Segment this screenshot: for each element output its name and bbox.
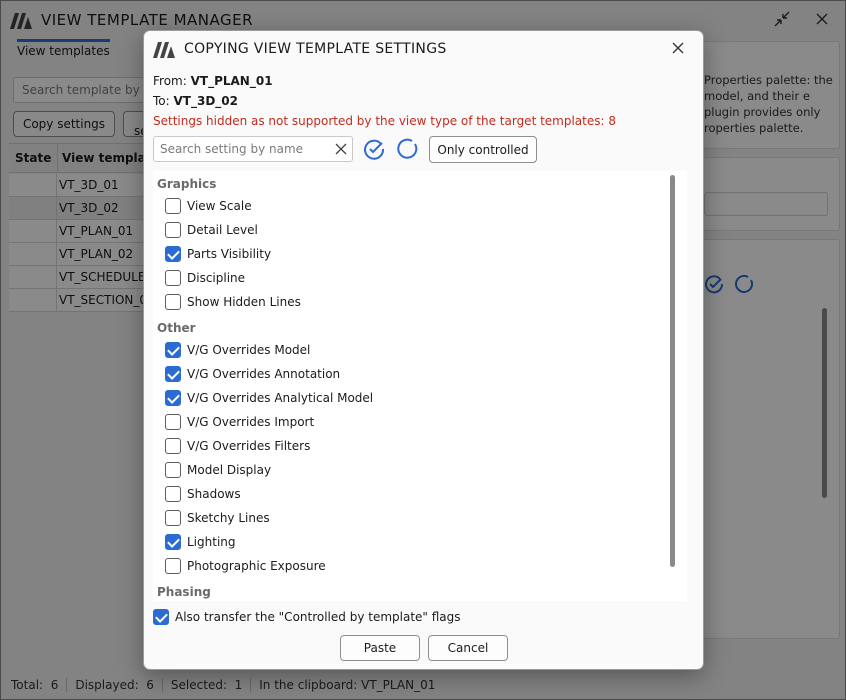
setting-label: Shadows	[187, 487, 241, 501]
setting-label: Lighting	[187, 535, 236, 549]
setting-item[interactable]: Detail Level	[165, 221, 258, 239]
setting-label: Detail Level	[187, 223, 258, 237]
settings-list: Graphics View Scale Detail Level Parts Vis…	[153, 171, 687, 601]
setting-label: Parts Visibility	[187, 247, 272, 261]
setting-label: V/G Overrides Analytical Model	[187, 391, 374, 405]
setting-checkbox[interactable]	[165, 198, 181, 214]
setting-label: Sketchy Lines	[187, 511, 270, 525]
to-value: VT_3D_02	[173, 94, 238, 108]
setting-item[interactable]: Photographic Exposure	[165, 557, 326, 575]
transfer-flags-option[interactable]: Also transfer the "Controlled by templat…	[153, 609, 461, 625]
setting-item[interactable]: V/G Overrides Analytical Model	[165, 389, 373, 407]
setting-item[interactable]: Sketchy Lines	[165, 509, 270, 527]
setting-checkbox[interactable]	[165, 414, 181, 430]
setting-checkbox[interactable]	[165, 486, 181, 502]
check-all-icon[interactable]	[363, 138, 385, 160]
setting-label: V/G Overrides Filters	[187, 439, 311, 453]
setting-item[interactable]: Model Display	[165, 461, 271, 479]
dialog-titlebar: COPYING VIEW TEMPLATE SETTINGS	[144, 31, 703, 67]
setting-item[interactable]: Show Hidden Lines	[165, 293, 301, 311]
setting-checkbox[interactable]	[165, 270, 181, 286]
from-value: VT_PLAN_01	[190, 74, 273, 88]
setting-item[interactable]: Shadows	[165, 485, 241, 503]
setting-item[interactable]: Parts Visibility	[165, 245, 271, 263]
setting-checkbox[interactable]	[165, 222, 181, 238]
setting-checkbox[interactable]	[165, 438, 181, 454]
setting-label: Photographic Exposure	[187, 559, 326, 573]
from-line: From: VT_PLAN_01	[153, 74, 273, 88]
setting-checkbox[interactable]	[165, 534, 181, 550]
setting-checkbox[interactable]	[165, 366, 181, 382]
to-line: To: VT_3D_02	[153, 94, 238, 108]
setting-checkbox[interactable]	[165, 510, 181, 526]
setting-checkbox[interactable]	[165, 246, 181, 262]
setting-item[interactable]: View Scale	[165, 197, 252, 215]
setting-item[interactable]: V/G Overrides Import	[165, 413, 314, 431]
setting-search-input[interactable]: Search setting by name	[153, 136, 353, 162]
setting-label: V/G Overrides Model	[187, 343, 311, 357]
paste-button[interactable]: Paste	[340, 635, 420, 661]
clear-search-icon[interactable]	[335, 143, 347, 155]
setting-label: V/G Overrides Annotation	[187, 367, 341, 381]
setting-item[interactable]: V/G Overrides Annotation	[165, 365, 340, 383]
setting-label: Model Display	[187, 463, 272, 477]
setting-checkbox[interactable]	[165, 390, 181, 406]
setting-item[interactable]: Discipline	[165, 269, 245, 287]
dialog-title: COPYING VIEW TEMPLATE SETTINGS	[184, 41, 447, 57]
setting-item[interactable]: V/G Overrides Filters	[165, 437, 310, 455]
setting-label: Discipline	[187, 271, 246, 285]
app-logo-icon	[153, 42, 175, 58]
setting-label: V/G Overrides Import	[187, 415, 315, 429]
transfer-flags-label: Also transfer the "Controlled by templat…	[175, 610, 461, 624]
setting-item[interactable]: Lighting	[165, 533, 236, 551]
setting-checkbox[interactable]	[165, 558, 181, 574]
cancel-button[interactable]: Cancel	[428, 635, 508, 661]
hidden-settings-warning: Settings hidden as not supported by the …	[153, 114, 616, 128]
group-other: Other	[157, 321, 196, 335]
setting-label: Show Hidden Lines	[187, 295, 301, 309]
setting-label: View Scale	[187, 199, 252, 213]
only-controlled-button[interactable]: Only controlled	[429, 136, 537, 163]
setting-checkbox[interactable]	[165, 294, 181, 310]
group-graphics: Graphics	[157, 177, 217, 191]
close-icon[interactable]	[671, 41, 685, 55]
setting-checkbox[interactable]	[165, 462, 181, 478]
setting-checkbox[interactable]	[165, 342, 181, 358]
scrollbar[interactable]	[670, 175, 675, 567]
setting-item[interactable]: V/G Overrides Model	[165, 341, 310, 359]
group-phasing: Phasing	[157, 585, 211, 599]
uncheck-all-icon[interactable]	[396, 138, 418, 160]
transfer-flags-checkbox[interactable]	[153, 609, 169, 625]
copy-settings-dialog: COPYING VIEW TEMPLATE SETTINGS From: VT_…	[143, 30, 704, 670]
